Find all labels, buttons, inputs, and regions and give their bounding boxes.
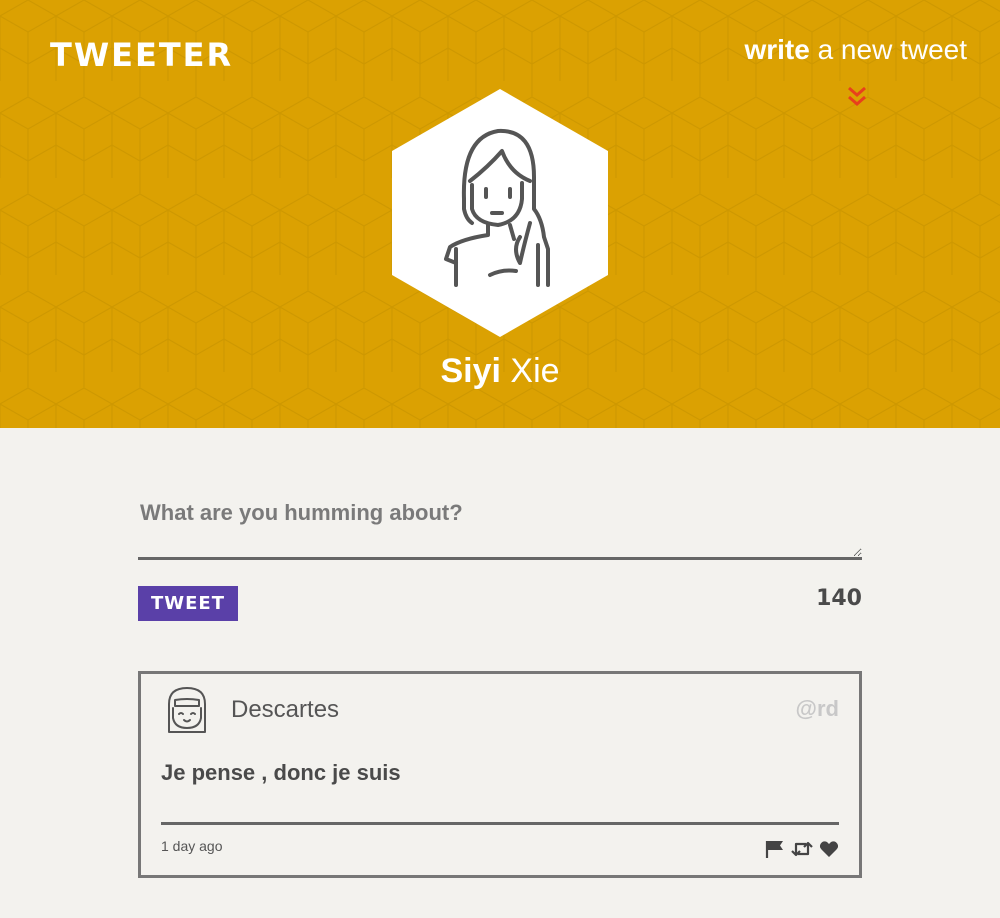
tweet-textarea[interactable] xyxy=(138,490,862,560)
tweet-composer xyxy=(138,490,862,560)
compose-link-bold: write xyxy=(744,34,810,65)
tweet-content: Je pense , donc je suis xyxy=(161,760,401,785)
write-new-tweet-link[interactable]: write a new tweet xyxy=(744,34,967,66)
retweet-icon[interactable] xyxy=(791,840,813,863)
last-name: Xie xyxy=(510,352,560,390)
tweet-card: Descartes @rd Je pense , donc je suis 1 … xyxy=(138,671,862,878)
profile-avatar xyxy=(392,89,608,337)
tweet-timestamp: 1 day ago xyxy=(161,838,223,854)
tweet-divider xyxy=(161,822,839,825)
tweet-author[interactable]: Descartes xyxy=(231,696,339,724)
tweet-handle[interactable]: @rd xyxy=(796,696,839,722)
author-avatar xyxy=(168,687,206,733)
app-logo[interactable]: TWEETER xyxy=(50,36,233,74)
tweet-button[interactable]: TWEET xyxy=(138,586,238,621)
profile-name: Siyi Xie xyxy=(0,352,1000,391)
compose-link-rest: a new tweet xyxy=(817,34,967,65)
first-name: Siyi xyxy=(440,352,501,390)
heart-icon[interactable] xyxy=(819,840,839,863)
profile-header: TWEETER write a new tweet Siyi Xie xyxy=(0,0,1000,428)
tweet-actions xyxy=(765,840,839,863)
double-chevron-down-icon[interactable] xyxy=(846,85,868,109)
flag-icon[interactable] xyxy=(765,840,785,863)
character-counter: 140 xyxy=(816,586,862,611)
